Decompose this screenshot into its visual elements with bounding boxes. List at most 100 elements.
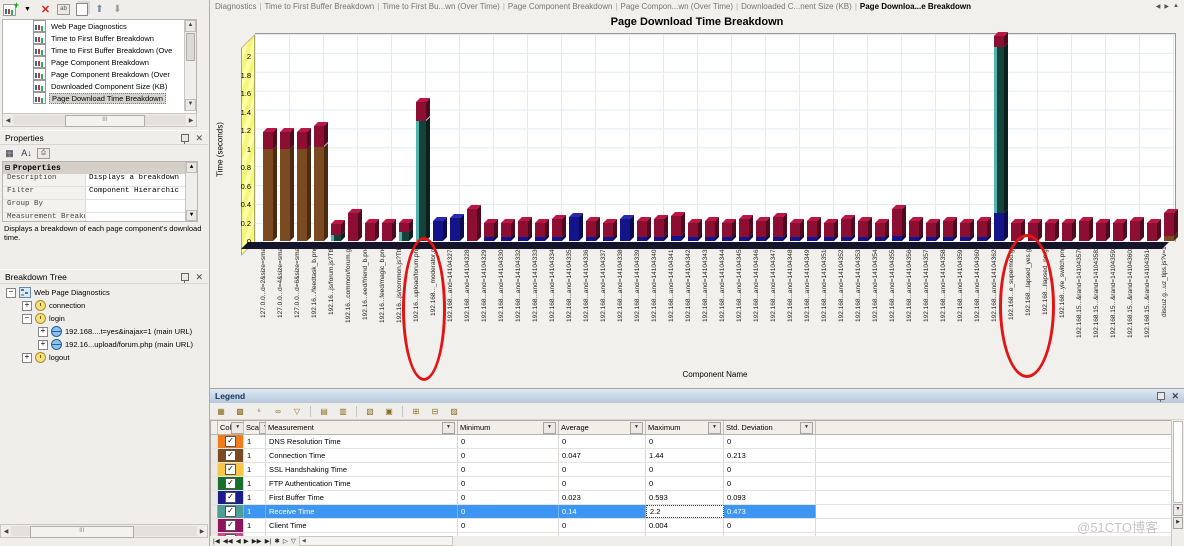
filter-icon[interactable]: ▽ [289,404,305,418]
legend-row[interactable]: ✓1DNS Resolution Time0000 [211,435,1171,449]
breakdown-tree-node[interactable]: −login [2,312,206,325]
show-ids-icon[interactable]: ⁶ [251,404,267,418]
column-filter-dropdown-icon[interactable]: ▼ [630,422,643,434]
breakdown-tree-node[interactable]: +192.168....t=yes&inajax=1 (main URL) [2,325,206,338]
tab-6[interactable]: Downloaded C...nent Size (KB) [739,2,854,11]
legend-column-header-minimum[interactable]: Minimum▼ [458,421,559,434]
column-chooser-icon[interactable]: ▣ [381,404,397,418]
save-grid-icon[interactable]: ▨ [446,404,462,418]
column-filter-dropdown-icon[interactable]: ▼ [231,422,244,434]
measurement-checkbox[interactable]: ✓ [225,464,236,475]
tab-collapse-icon[interactable]: ▲ [1173,3,1179,10]
delete-graph-icon[interactable]: ✕ [39,4,52,16]
properties-group-header[interactable]: ⊟ Properties [3,162,197,174]
tab-1[interactable]: Diagnostics [213,2,258,11]
scale-settings-icon[interactable]: ▩ [232,404,248,418]
legend-column-header-maximum[interactable]: Maximum▼ [646,421,724,434]
legend-row[interactable]: ✓1FTP Authentication Time0000 [211,477,1171,491]
legend-column-header-sca[interactable]: Sca▼ [244,421,266,434]
move-down-icon[interactable]: ⬇ [111,4,124,16]
breakdown-tree-node[interactable]: +connection [2,299,206,312]
session-tree-item[interactable]: Page Component Breakdown (Over [3,68,196,80]
tab-4[interactable]: Page Component Breakdown [506,2,615,11]
tab-3[interactable]: Time to First Bu...wn (Over Time) [380,2,502,11]
nav-first-icon[interactable]: |◀ [213,537,220,545]
nav-next-icon[interactable]: ▶ [244,537,249,545]
legend-column-header-measurement[interactable]: Measurement▼ [266,421,458,434]
legend-row[interactable]: ✓1First Buffer Time00.0230.5930.093 [211,491,1171,505]
nav-last-icon[interactable]: ▶| [265,537,272,545]
rename-graph-icon[interactable]: ab [57,4,70,16]
measurement-checkbox[interactable]: ✓ [225,520,236,531]
legend-row[interactable]: ✓1Client Time000.0040 [211,519,1171,533]
property-row[interactable]: Group By [3,200,197,213]
tab-2[interactable]: Time to First Buffer Breakdown [262,2,376,11]
tree-expander-icon[interactable]: + [22,353,32,363]
tab-5[interactable]: Page Compon...wn (Over Time) [619,2,735,11]
session-tree-vscrollbar[interactable]: ▲ ▼ [184,20,196,111]
measurement-checkbox[interactable]: ✓ [225,506,236,517]
graph-settings-icon[interactable]: ▧ [362,404,378,418]
nav-next-group-icon[interactable]: ▶▶ [252,537,262,545]
properties-grid-scrollbar[interactable]: ▲ ▼ [185,162,197,221]
property-row[interactable]: DescriptionDisplays a breakdown [3,174,197,187]
close-icon[interactable]: ✕ [195,273,203,281]
property-row[interactable]: FilterComponent Hierarchic [3,187,197,200]
duplicate-graph-icon[interactable] [75,4,88,16]
session-tree-item[interactable]: Page Download Time Breakdown [3,92,196,104]
collapse-group-icon[interactable]: ⊟ [5,163,10,173]
property-pages-icon[interactable]: ⎙ [37,147,50,159]
add-template-icon[interactable]: ⊞ [408,404,424,418]
column-filter-dropdown-icon[interactable]: ▼ [800,422,813,434]
categorized-icon[interactable]: ▦ [3,147,16,159]
column-filter-dropdown-icon[interactable]: ▼ [543,422,556,434]
graph-menu-dropdown-icon[interactable]: ▼ [21,4,34,16]
column-filter-dropdown-icon[interactable]: ▼ [708,422,721,434]
add-graph-icon[interactable] [3,4,16,16]
breakdown-tree-node[interactable]: −Web Page Diagnostics [2,286,206,299]
tree-expander-icon[interactable]: + [38,327,48,337]
session-tree-hscrollbar[interactable]: ◀III▶ [2,113,197,127]
nav-new-row-icon[interactable]: ✱ [274,537,279,545]
legend-row[interactable]: ✓1Receive Time00.142.20.473 [211,505,1171,519]
legend-column-header-col[interactable]: Col▼ [218,421,244,434]
session-tree-item[interactable]: Time to First Buffer Breakdown [3,32,196,44]
session-tree-item[interactable]: Time to First Buffer Breakdown (Ove [3,44,196,56]
session-tree-item[interactable]: Downloaded Component Size (KB) [3,80,196,92]
column-filter-dropdown-icon[interactable]: ▼ [259,422,266,434]
legend-hscrollbar[interactable]: ◀ [299,536,453,546]
measurement-checkbox[interactable]: ✓ [225,478,236,489]
measurement-checkbox[interactable]: ✓ [225,450,236,461]
pin-icon[interactable] [181,134,189,142]
breakdown-tree-node[interactable]: +192.16...upload/forum.php (main URL) [2,338,206,351]
legend-column-header-std-deviation[interactable]: Std. Deviation▼ [724,421,816,434]
tree-expander-icon[interactable]: + [22,301,32,311]
tree-expander-icon[interactable]: − [6,288,16,298]
tab-7[interactable]: Page Downloa...e Breakdown [858,2,973,11]
legend-vscrollbar[interactable]: ▼▶ [1171,420,1184,546]
pin-icon[interactable] [1157,392,1165,400]
session-tree-item[interactable]: Web Page Diagnostics [3,20,196,32]
nav-filter-row-icon[interactable]: ▽ [291,537,296,545]
nav-go-icon[interactable]: ▷ [283,537,288,545]
configure-measurements-icon[interactable]: ▦ [213,404,229,418]
close-icon[interactable]: ✕ [195,134,203,142]
left-panel-hscrollbar[interactable]: ◀III▶ [0,524,208,538]
nav-prev-group-icon[interactable]: ◀◀ [223,537,233,545]
move-up-icon[interactable]: ⬆ [93,4,106,16]
view-measurement-icon[interactable]: ∞ [270,404,286,418]
alphabetical-sort-icon[interactable]: A↓ [20,147,33,159]
tree-expander-icon[interactable]: − [22,314,32,324]
measurement-checkbox[interactable]: ✓ [225,492,236,503]
breakdown-tree-node[interactable]: +logout [2,351,206,364]
tab-scroll-right-icon[interactable]: ▶ [1164,3,1169,10]
column-filter-dropdown-icon[interactable]: ▼ [442,422,455,434]
tree-expander-icon[interactable]: + [38,340,48,350]
legend-column-header-average[interactable]: Average▼ [559,421,646,434]
close-icon[interactable]: ✕ [1171,392,1179,400]
property-row[interactable]: Measurement Breakd [3,213,197,222]
pin-icon[interactable] [181,273,189,281]
tab-scroll-left-icon[interactable]: ◀ [1156,3,1161,10]
apply-template-icon[interactable]: ⊟ [427,404,443,418]
legend-row[interactable]: ✓1SSL Handshaking Time0000 [211,463,1171,477]
